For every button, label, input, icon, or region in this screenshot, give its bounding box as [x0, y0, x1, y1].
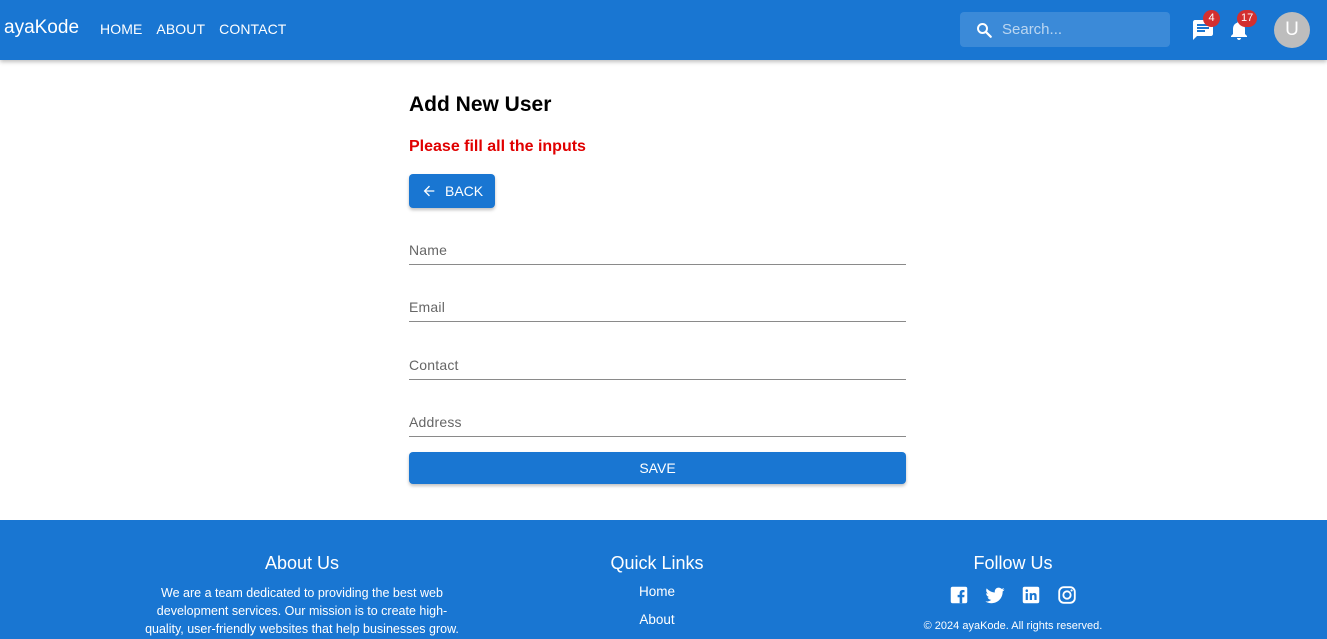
messages-badge: 4: [1203, 10, 1220, 27]
search-input[interactable]: [1002, 12, 1162, 47]
footer-follow-title: Follow Us: [973, 553, 1053, 573]
brand-logo[interactable]: ayaKode: [4, 17, 79, 39]
footer-link-home[interactable]: Home: [557, 578, 757, 606]
arrow-left-icon: [423, 185, 435, 197]
footer-about-title: About Us: [264, 553, 340, 573]
messages-button[interactable]: 4: [1191, 10, 1220, 42]
name-field[interactable]: [409, 242, 906, 258]
contact-field[interactable]: [409, 357, 906, 373]
email-field[interactable]: [409, 299, 906, 315]
error-message: Please fill all the inputs: [409, 138, 586, 155]
search-box: [960, 12, 1170, 47]
notifications-button[interactable]: 17: [1227, 10, 1258, 42]
nav-home[interactable]: HOME: [100, 21, 142, 37]
search-icon: [977, 23, 992, 38]
main-nav: HOME ABOUT CONTACT: [100, 21, 286, 37]
save-button[interactable]: SAVE: [409, 452, 906, 484]
footer: About Us We are a team dedicated to prov…: [0, 520, 1327, 639]
facebook-icon[interactable]: [948, 584, 970, 606]
avatar[interactable]: U: [1274, 12, 1310, 48]
nav-about[interactable]: ABOUT: [156, 21, 205, 37]
nav-contact[interactable]: CONTACT: [219, 21, 286, 37]
back-button[interactable]: BACK: [409, 174, 495, 208]
linkedin-icon[interactable]: [1020, 584, 1042, 606]
address-field[interactable]: [409, 414, 906, 430]
footer-quick-links: Quick Links Home About: [557, 553, 757, 634]
contact-field-wrapper: [409, 350, 906, 380]
instagram-icon[interactable]: [1056, 584, 1078, 606]
social-links: [913, 584, 1113, 606]
back-button-label: BACK: [445, 183, 484, 199]
footer-links-title: Quick Links: [610, 553, 704, 573]
twitter-icon[interactable]: [984, 584, 1006, 606]
footer-about-text: We are a team dedicated to providing the…: [145, 586, 459, 636]
notifications-badge: 17: [1237, 10, 1258, 27]
app-bar: ayaKode HOME ABOUT CONTACT 4 17 U: [0, 0, 1327, 60]
name-field-wrapper: [409, 235, 906, 265]
copyright-text: © 2024 ayaKode. All rights reserved.: [923, 620, 1103, 632]
footer-about: About Us We are a team dedicated to prov…: [132, 553, 472, 638]
footer-link-about[interactable]: About: [557, 606, 757, 634]
address-field-wrapper: [409, 407, 906, 437]
email-field-wrapper: [409, 292, 906, 322]
footer-follow: Follow Us © 2024 ayaKode. All rights res…: [913, 553, 1113, 632]
page-title: Add New User: [409, 93, 552, 116]
